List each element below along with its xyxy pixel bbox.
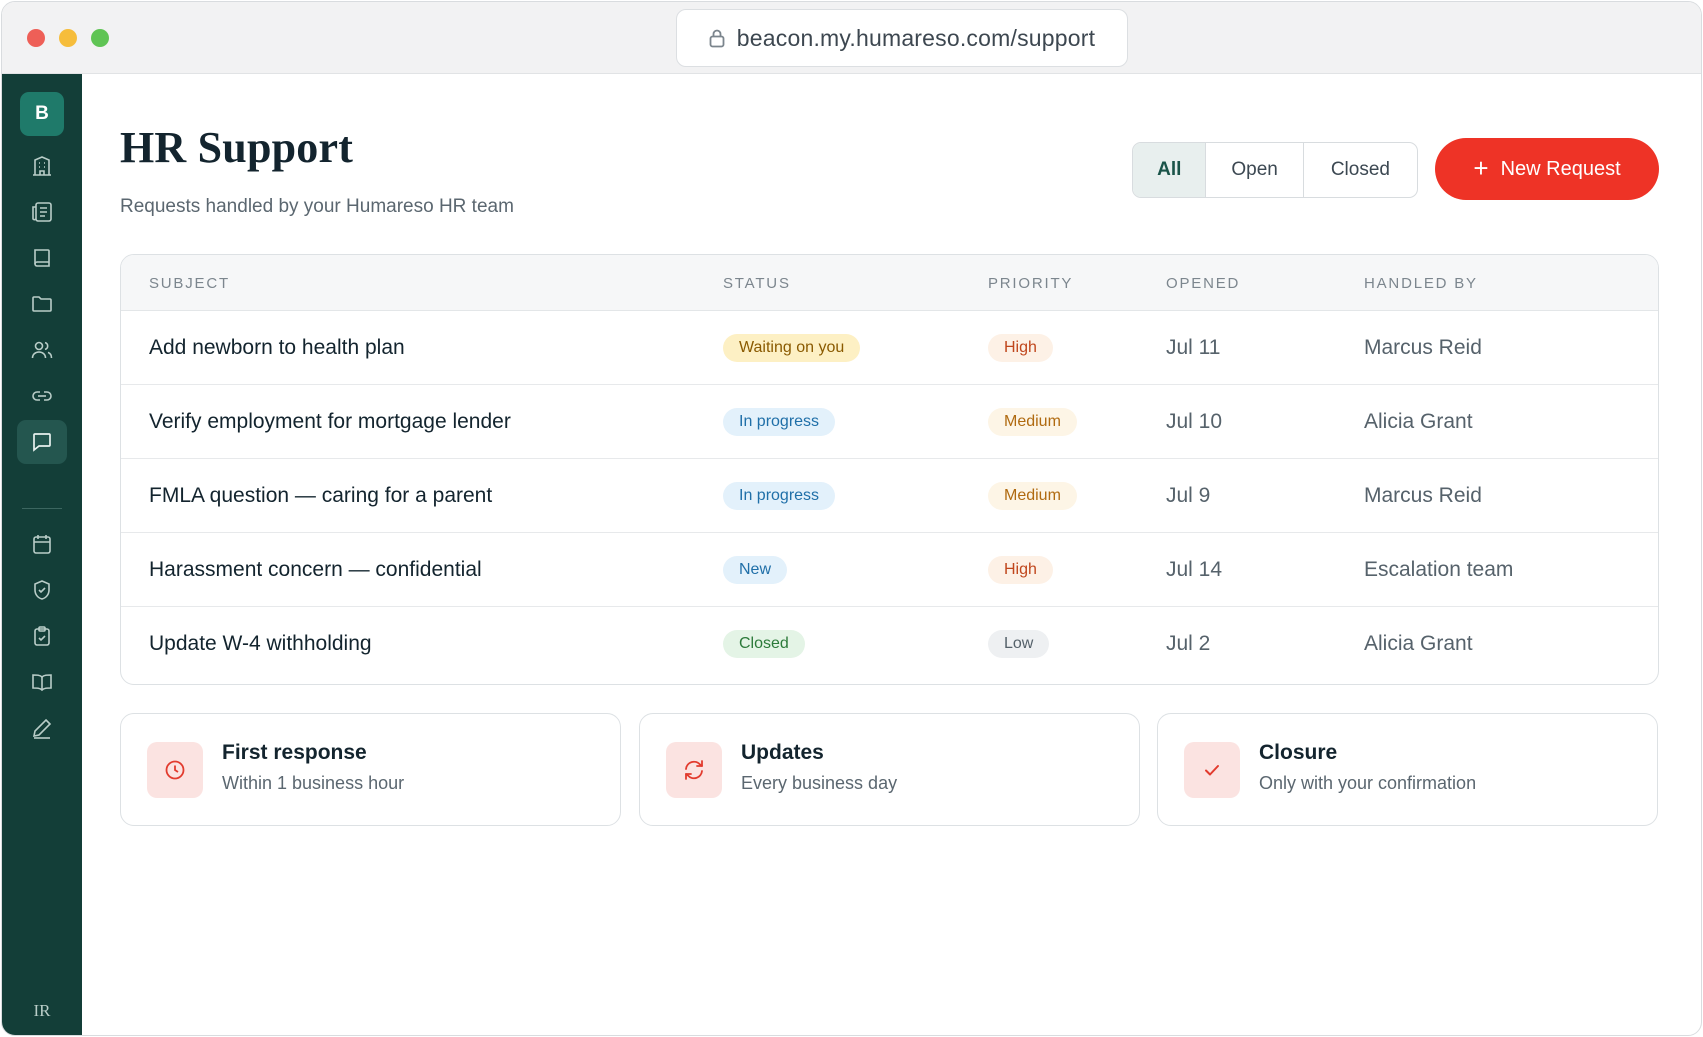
info-card-title: Updates [741,741,824,764]
brand-logo[interactable]: B [20,92,64,136]
open-book-icon[interactable] [17,660,67,704]
maximize-window-button[interactable] [91,29,109,47]
users-icon[interactable] [17,328,67,372]
building-icon[interactable] [17,144,67,188]
clock-icon [147,742,203,798]
info-card-title: First response [222,741,367,764]
filter-open-button[interactable]: Open [1206,143,1304,197]
refresh-icon [666,742,722,798]
request-subject[interactable]: Update W-4 withholding [149,632,372,656]
filter-closed-button[interactable]: Closed [1304,143,1417,197]
calendar-icon[interactable] [17,522,67,566]
requests-table: SUBJECT STATUS PRIORITY OPENED HANDLED B… [120,254,1659,685]
table-row[interactable]: FMLA question — caring for a parent In p… [121,459,1658,533]
main-content: HR Support Requests handled by your Huma… [82,74,1701,1035]
status-badge: Closed [723,630,805,658]
browser-window: beacon.my.humareso.com/support B IR HR S… [1,1,1702,1036]
column-header-handled-by[interactable]: HANDLED BY [1364,275,1478,292]
info-card-first-response: First response Within 1 business hour [120,713,621,826]
request-subject[interactable]: FMLA question — caring for a parent [149,484,492,508]
table-header: SUBJECT STATUS PRIORITY OPENED HANDLED B… [121,255,1658,311]
column-header-priority[interactable]: PRIORITY [988,275,1073,292]
priority-badge: High [988,333,1053,362]
table-row[interactable]: Add newborn to health plan Waiting on yo… [121,311,1658,385]
book-icon[interactable] [17,236,67,280]
info-card-updates: Updates Every business day [639,713,1140,826]
column-header-status[interactable]: STATUS [723,275,791,292]
opened-date: Jul 11 [1166,335,1221,359]
handled-by: Escalation team [1364,557,1514,581]
filter-all-button[interactable]: All [1133,143,1207,197]
handled-by: Alicia Grant [1364,632,1473,655]
link-icon[interactable] [17,374,67,418]
page-subtitle: Requests handled by your Humareso HR tea… [120,196,514,217]
handled-by: Marcus Reid [1364,335,1482,359]
priority-badge: Medium [988,407,1077,436]
handled-by: Alicia Grant [1364,409,1473,433]
priority-badge: Medium [988,481,1077,510]
new-request-button[interactable]: + New Request [1435,138,1659,200]
shield-icon[interactable] [17,568,67,612]
clipboard-check-icon[interactable] [17,614,67,658]
minimize-window-button[interactable] [59,29,77,47]
handled-by: Marcus Reid [1364,483,1482,507]
table-row[interactable]: Update W-4 withholding Closed Low Jul 2 … [121,607,1658,681]
status-badge: In progress [723,481,836,510]
footer-logo: IR [33,1001,51,1020]
info-card-title: Closure [1259,741,1338,764]
column-header-opened[interactable]: OPENED [1166,275,1240,292]
table-row[interactable]: Verify employment for mortgage lender In… [121,385,1658,459]
opened-date: Jul 10 [1166,409,1223,433]
opened-date: Jul 2 [1166,632,1211,655]
status-badge: Waiting on you [723,333,861,362]
info-card-description: Every business day [741,773,898,793]
opened-date: Jul 14 [1166,557,1223,581]
page-title: HR Support [120,123,354,172]
request-subject[interactable]: Harassment concern — confidential [149,558,482,582]
request-subject[interactable]: Verify employment for mortgage lender [149,410,511,434]
table-row[interactable]: Harassment concern — confidential New Hi… [121,533,1658,607]
sidebar: B IR [2,74,82,1035]
info-card-closure: Closure Only with your confirmation [1157,713,1658,826]
column-header-subject[interactable]: SUBJECT [149,275,230,292]
check-icon [1184,742,1240,798]
folder-icon[interactable] [17,282,67,326]
browser-titlebar: beacon.my.humareso.com/support [2,2,1701,74]
sidebar-divider [22,508,62,509]
newspaper-icon[interactable] [17,190,67,234]
opened-date: Jul 9 [1166,483,1211,507]
status-badge: In progress [723,407,836,436]
priority-badge: Low [988,630,1050,658]
chat-icon[interactable] [17,420,67,464]
close-window-button[interactable] [27,29,45,47]
info-card-description: Within 1 business hour [222,773,405,793]
status-filter: All Open Closed [1132,142,1418,198]
lock-icon [709,29,725,48]
address-bar[interactable]: beacon.my.humareso.com/support [676,9,1128,67]
new-request-label: New Request [1500,157,1621,180]
request-subject[interactable]: Add newborn to health plan [149,336,405,360]
priority-badge: High [988,555,1053,584]
info-card-description: Only with your confirmation [1259,773,1477,793]
pen-icon[interactable] [17,706,67,750]
plus-icon: + [1473,152,1489,183]
status-badge: New [723,555,788,584]
address-bar-url: beacon.my.humareso.com/support [736,24,1096,51]
